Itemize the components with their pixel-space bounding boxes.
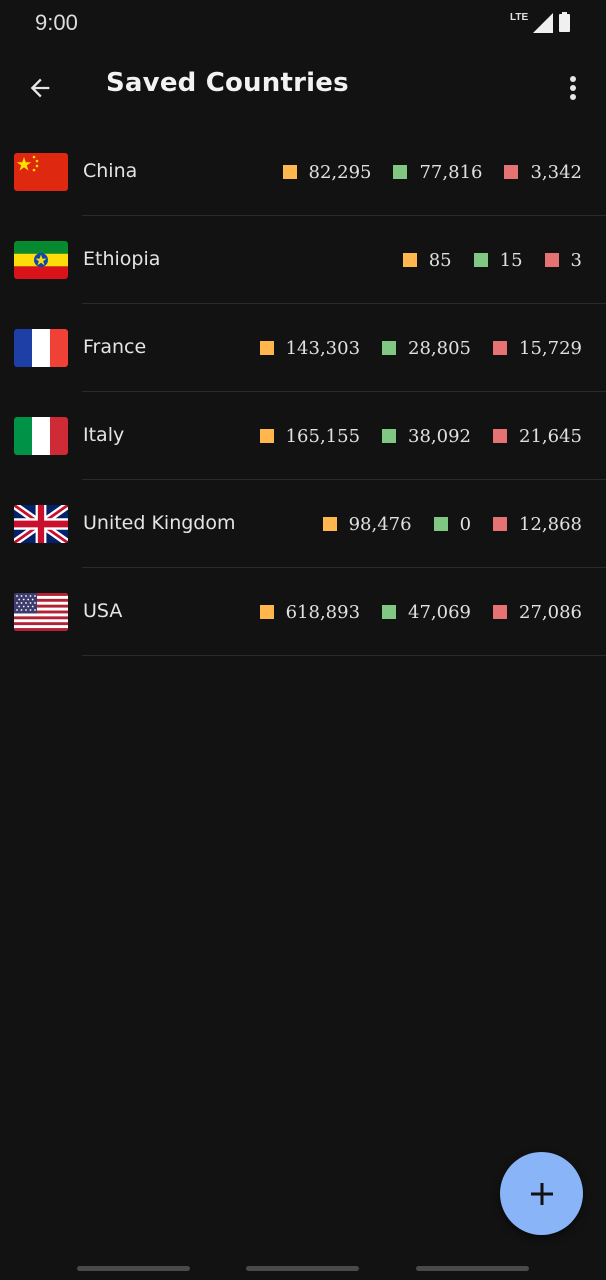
recovered-value: 77,816 [419,161,483,183]
confirmed-swatch [282,165,297,179]
country-stats: 143,303 28,805 15,729 [259,334,582,362]
recovered-value: 0 [459,513,472,535]
confirmed-value: 98,476 [348,513,412,535]
country-name: Italy [83,424,125,446]
recovered-value: 38,092 [408,425,472,447]
deaths-swatch [544,253,559,267]
italy-flag-icon [14,417,68,455]
recovered-stat: 28,805 [382,338,471,359]
back-button[interactable] [18,66,62,110]
country-row-china[interactable]: China 82,295 77,816 3,342 [0,128,606,216]
confirmed-stat: 618,893 [259,601,361,623]
country-row-france[interactable]: France 143,303 28,805 15,729 [0,304,606,392]
nav-bar-pill-center [246,1266,359,1271]
deaths-value: 3 [570,249,582,271]
deaths-swatch [493,605,508,619]
country-row-usa[interactable]: USA 618,893 47,069 27,086 [0,568,606,656]
uk-flag-icon [14,505,68,543]
confirmed-swatch [259,605,274,619]
recovered-stat: 0 [433,513,472,535]
deaths-value: 12,868 [519,513,582,535]
row-divider [82,655,606,656]
recovered-value: 15 [499,249,523,271]
confirmed-swatch [259,341,274,355]
country-row-ethiopia[interactable]: Ethiopia 85 15 3 [0,216,606,304]
add-country-button[interactable] [500,1152,583,1235]
recovered-value: 28,805 [408,337,472,359]
recovered-stat: 38,092 [382,426,471,447]
recovered-swatch [382,429,397,443]
more-options-button[interactable] [551,66,595,110]
country-name: China [83,160,138,182]
country-list: China 82,295 77,816 3,342 Ethiopia 85 15… [0,128,606,656]
country-name: USA [83,600,123,622]
add-icon [530,1182,553,1205]
confirmed-stat: 82,295 [282,161,372,183]
deaths-stat: 21,645 [493,426,582,447]
country-stats: 82,295 77,816 3,342 [282,158,582,186]
deaths-swatch [504,165,519,179]
france-flag-icon [14,329,68,367]
country-stats: 165,155 38,092 21,645 [259,422,582,450]
usa-flag-icon [14,593,68,631]
country-row-united-kingdom[interactable]: United Kingdom 98,476 0 12,868 [0,480,606,568]
nav-bar-pill-right [416,1266,529,1271]
nav-bar-pill-left [77,1266,190,1271]
country-row-italy[interactable]: Italy 165,155 38,092 21,645 [0,392,606,480]
china-flag-icon [14,153,68,191]
signal-icon [533,13,553,33]
confirmed-swatch [322,517,337,531]
country-name: United Kingdom [83,512,236,534]
country-stats: 618,893 47,069 27,086 [259,598,582,626]
recovered-swatch [433,517,448,531]
recovered-swatch [393,165,408,179]
deaths-stat: 27,086 [493,602,582,623]
deaths-value: 21,645 [519,425,582,447]
recovered-stat: 77,816 [393,162,482,183]
confirmed-swatch [259,429,274,443]
confirmed-value: 165,155 [285,425,361,447]
deaths-stat: 15,729 [493,338,582,359]
recovered-stat: 47,069 [382,602,471,623]
deaths-value: 27,086 [519,601,582,623]
deaths-swatch [493,517,508,531]
deaths-stat: 3 [544,249,582,271]
arrow-back-icon [30,78,50,98]
deaths-stat: 12,868 [493,514,582,535]
confirmed-swatch [402,253,417,267]
deaths-swatch [493,429,508,443]
status-time: 9:00 [35,10,78,35]
recovered-swatch [382,605,397,619]
status-bar: 9:00 LTE [0,0,606,48]
confirmed-stat: 98,476 [322,513,412,535]
recovered-value: 47,069 [408,601,472,623]
confirmed-stat: 165,155 [259,425,361,447]
more-vert-icon [570,76,576,100]
country-stats: 98,476 0 12,868 [322,510,582,538]
recovered-stat: 15 [473,249,523,271]
confirmed-value: 85 [428,249,452,271]
deaths-value: 15,729 [519,337,582,359]
confirmed-stat: 143,303 [259,337,361,359]
confirmed-value: 82,295 [308,161,372,183]
recovered-swatch [382,341,397,355]
country-name: Ethiopia [83,248,161,270]
deaths-value: 3,342 [530,161,582,183]
recovered-swatch [473,253,488,267]
country-stats: 85 15 3 [402,246,582,274]
deaths-stat: 3,342 [504,162,582,183]
app-bar: Saved Countries [0,48,606,128]
page-title: Saved Countries [106,68,349,98]
confirmed-value: 143,303 [285,337,361,359]
country-name: France [83,336,147,358]
battery-icon [559,12,570,32]
deaths-swatch [493,341,508,355]
confirmed-stat: 85 [402,249,452,271]
confirmed-value: 618,893 [285,601,361,623]
ethiopia-flag-icon [14,241,68,279]
network-type-label: LTE [510,12,529,23]
